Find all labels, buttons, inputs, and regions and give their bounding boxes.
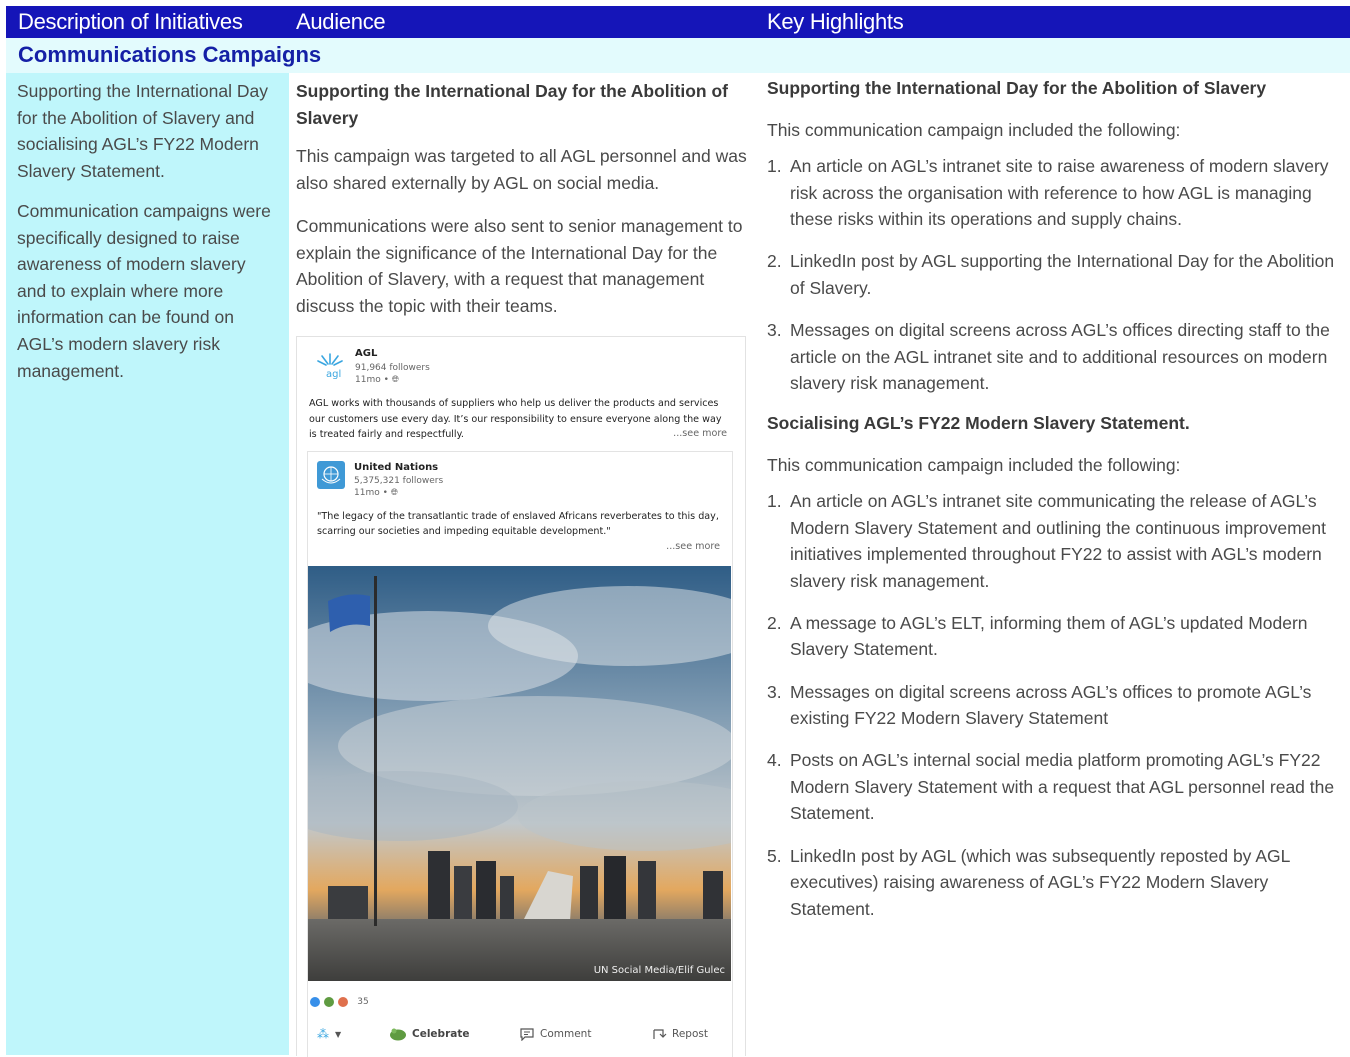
audience-heading: Supporting the International Day for the… bbox=[296, 81, 728, 128]
header-audience: Audience bbox=[296, 9, 386, 34]
post-time: 11mo • 🌐︎ bbox=[355, 375, 399, 385]
reaction-count: 35 bbox=[357, 996, 369, 1007]
un-flag-photo[interactable]: UN Social Media/Elif Gulec bbox=[308, 566, 731, 981]
list-item: 3. Messages on digital screens across AGL… bbox=[767, 681, 1312, 729]
like-reaction-icon bbox=[309, 995, 321, 1008]
post-body: AGL works with thousands of suppliers wh… bbox=[309, 398, 722, 440]
shared-quote: "The legacy of the transatlantic trade o… bbox=[317, 511, 719, 537]
agl-mini-logo-icon: ⁂ bbox=[317, 1027, 329, 1041]
section-title: Communications Campaigns bbox=[18, 42, 322, 67]
see-more-link[interactable]: ...see more bbox=[673, 428, 727, 439]
celebrate-reaction-icon bbox=[323, 995, 336, 1008]
celebrate-label: Celebrate bbox=[412, 1028, 470, 1040]
post-author[interactable]: AGL bbox=[355, 348, 377, 359]
reaction-summary[interactable]: 35 bbox=[309, 991, 369, 1008]
photo-credit: UN Social Media/Elif Gulec bbox=[593, 965, 725, 976]
highlights-intro-1: This communication campaign included the… bbox=[767, 120, 1181, 140]
description-paragraph-2: Communication campaigns were specificall… bbox=[17, 201, 271, 381]
comment-button[interactable]: Comment bbox=[519, 1027, 591, 1041]
highlights-list-1: 1. An article on AGL’s intranet site to r… bbox=[767, 153, 1339, 412]
shared-author[interactable]: United Nations bbox=[354, 462, 438, 473]
shared-followers: 5,375,321 followers bbox=[354, 476, 444, 486]
celebrate-icon bbox=[390, 1028, 406, 1041]
table-header: Description of Initiatives Audience Key … bbox=[6, 6, 1350, 38]
shared-post: United Nations 5,375,321 followers 11mo … bbox=[307, 451, 733, 1057]
see-more-link[interactable]: ...see more bbox=[666, 541, 720, 552]
comment-label: Comment bbox=[540, 1028, 592, 1040]
repost-button[interactable]: Repost bbox=[651, 1027, 708, 1041]
list-item: 1. An article on AGL’s intranet site comm… bbox=[767, 491, 1326, 591]
list-item: 1. An article on AGL’s intranet site to r… bbox=[767, 156, 1329, 230]
love-reaction-icon bbox=[337, 995, 350, 1008]
post-actions: ⁂ ▼ Celebrate Comment Repost bbox=[297, 1023, 745, 1047]
list-item: 4. Posts on AGL’s internal social media p… bbox=[767, 750, 1335, 824]
highlights-list-2: 1. An article on AGL’s intranet site comm… bbox=[767, 488, 1339, 938]
linkedin-post: agl AGL 91,964 followers 11mo • 🌐︎ AGL w… bbox=[296, 336, 746, 1057]
section-row: Communications Campaigns bbox=[6, 38, 1350, 73]
celebrate-button[interactable]: Celebrate bbox=[389, 1027, 469, 1041]
description-paragraph-1: Supporting the International Day for the… bbox=[17, 81, 268, 181]
audience-paragraph-2: Communications were also sent to senior … bbox=[296, 216, 743, 316]
un-logo bbox=[317, 461, 345, 489]
highlights-heading-2: Socialising AGL’s FY22 Modern Slavery St… bbox=[767, 413, 1190, 433]
list-item: 5. LinkedIn post by AGL (which was subseq… bbox=[767, 845, 1290, 919]
agl-logo-text: agl bbox=[326, 369, 341, 380]
audience-paragraph-1: This campaign was targeted to all AGL pe… bbox=[296, 146, 747, 193]
list-item: 2. LinkedIn post by AGL supporting the In… bbox=[767, 251, 1335, 298]
shared-time: 11mo • 🌐︎ bbox=[354, 488, 398, 498]
comment-icon bbox=[520, 1028, 534, 1041]
repost-icon bbox=[653, 1029, 667, 1039]
repost-label: Repost bbox=[672, 1028, 708, 1040]
description-column: Supporting the International Day for the… bbox=[6, 73, 289, 1055]
highlights-heading-1: Supporting the International Day for the… bbox=[767, 78, 1267, 98]
header-key-highlights: Key Highlights bbox=[767, 9, 904, 34]
list-item: 3. Messages on digital screens across AGL… bbox=[767, 319, 1330, 394]
chevron-down-icon: ▼ bbox=[335, 1029, 342, 1039]
agl-logo: agl bbox=[317, 353, 343, 380]
globe-icon: 🌐︎ bbox=[390, 488, 398, 498]
post-followers: 91,964 followers bbox=[355, 363, 430, 373]
reaction-picker-button[interactable]: ⁂ ▼ bbox=[317, 1027, 341, 1041]
highlights-intro-2: This communication campaign included the… bbox=[767, 455, 1181, 475]
header-description: Description of Initiatives bbox=[18, 9, 243, 34]
list-item: 2. A message to AGL’s ELT, informing them… bbox=[767, 612, 1308, 660]
globe-icon: 🌐︎ bbox=[391, 375, 399, 385]
